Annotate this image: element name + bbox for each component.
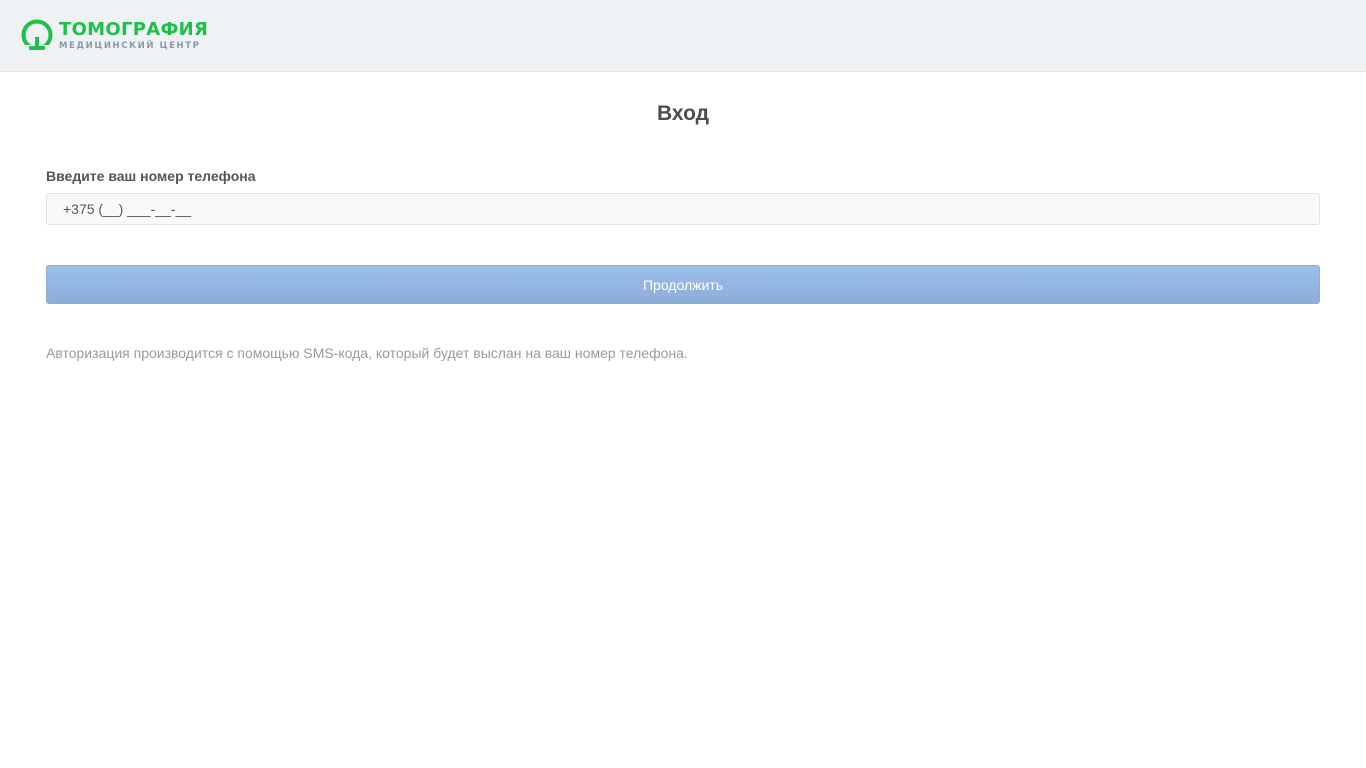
logo-subtitle: МЕДИЦИНСКИЙ ЦЕНТР [59,41,201,51]
phone-input[interactable] [46,193,1320,225]
header-bar: ТОМОГРАФИЯ МЕДИЦИНСКИЙ ЦЕНТР [0,0,1366,72]
omega-logo-icon [21,19,53,51]
phone-label: Введите ваш номер телефона [46,168,256,184]
continue-button[interactable]: Продолжить [46,265,1320,304]
logo-title: ТОМОГРАФИЯ [59,19,209,40]
logo-text: ТОМОГРАФИЯ МЕДИЦИНСКИЙ ЦЕНТР [59,20,208,52]
sms-hint-text: Авторизация производится с помощью SMS-к… [46,345,688,361]
brand-logo[interactable]: ТОМОГРАФИЯ МЕДИЦИНСКИЙ ЦЕНТР [20,18,208,54]
page-title: Вход [657,102,709,125]
